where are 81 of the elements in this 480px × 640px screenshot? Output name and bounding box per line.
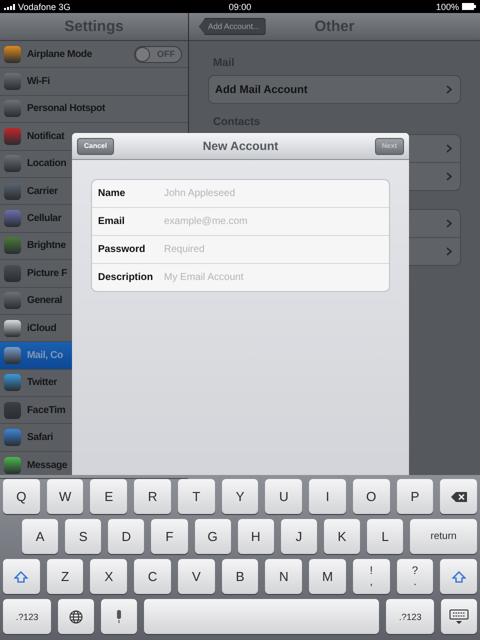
field-label: Password bbox=[98, 244, 146, 255]
key[interactable]: F bbox=[151, 519, 188, 554]
app-icon bbox=[4, 292, 21, 310]
app-icon bbox=[4, 320, 21, 337]
chevron-icon bbox=[446, 144, 452, 153]
key[interactable]: G bbox=[194, 519, 231, 554]
app-icon bbox=[4, 456, 21, 474]
key[interactable]: U bbox=[265, 479, 302, 514]
hide-keyboard-key[interactable] bbox=[441, 599, 477, 634]
numbers-key[interactable]: .?123 bbox=[3, 599, 52, 634]
app-icon bbox=[4, 182, 21, 200]
key[interactable]: D bbox=[108, 519, 144, 554]
key[interactable]: M bbox=[309, 559, 346, 594]
key[interactable]: Q bbox=[3, 479, 40, 514]
backspace-key[interactable] bbox=[440, 479, 478, 514]
key[interactable]: J bbox=[280, 519, 317, 554]
chevron-icon bbox=[446, 219, 452, 228]
return-key[interactable]: return bbox=[410, 519, 477, 554]
field-label: Name bbox=[98, 188, 126, 199]
shift-key[interactable] bbox=[3, 559, 40, 594]
nav-title: Settings bbox=[64, 18, 124, 35]
key[interactable]: O bbox=[352, 479, 390, 514]
input-field[interactable]: John Appleseed bbox=[164, 186, 383, 202]
chevron-icon bbox=[446, 85, 452, 94]
battery-icon bbox=[462, 3, 476, 10]
battery-percent: 100% bbox=[436, 2, 459, 12]
backspace-icon bbox=[450, 492, 467, 502]
app-icon bbox=[4, 402, 21, 419]
field-label: Description bbox=[98, 272, 154, 283]
key[interactable]: Z bbox=[46, 559, 84, 594]
field-label: Email bbox=[98, 216, 126, 227]
key[interactable]: N bbox=[265, 559, 302, 594]
input-field[interactable]: example@me.com bbox=[164, 214, 383, 230]
key[interactable]: Y bbox=[222, 479, 258, 514]
chevron-icon bbox=[446, 247, 452, 256]
back-button[interactable]: Add Account... bbox=[199, 18, 266, 35]
nav-title: Other bbox=[314, 18, 354, 35]
key[interactable]: S bbox=[65, 519, 102, 554]
key[interactable]: L bbox=[367, 519, 404, 554]
key[interactable]: A bbox=[22, 519, 58, 554]
numbers-key[interactable]: .?123 bbox=[386, 599, 434, 634]
key[interactable]: P bbox=[396, 479, 434, 514]
app-icon bbox=[4, 346, 21, 364]
shift-icon bbox=[452, 570, 466, 582]
app-icon bbox=[4, 429, 21, 446]
key[interactable]: I bbox=[309, 479, 346, 514]
key[interactable]: C bbox=[134, 559, 171, 594]
app-icon bbox=[4, 210, 21, 228]
shift-key[interactable] bbox=[440, 559, 478, 594]
clock-time: 09:00 bbox=[228, 2, 252, 12]
microphone-key[interactable] bbox=[100, 599, 137, 634]
chevron-icon bbox=[446, 172, 452, 181]
key[interactable]: T bbox=[178, 479, 215, 514]
keyboard-icon bbox=[449, 608, 470, 624]
shift-icon bbox=[14, 570, 28, 582]
app-icon bbox=[4, 128, 21, 145]
key[interactable]: X bbox=[90, 559, 128, 594]
carrier-name: Vodafone 3G bbox=[18, 2, 71, 12]
input-field[interactable]: My Email Account bbox=[164, 270, 383, 286]
app-icon bbox=[4, 73, 21, 90]
signal-icon bbox=[4, 4, 16, 10]
app-icon bbox=[4, 374, 21, 392]
key[interactable]: V bbox=[178, 559, 215, 594]
app-icon bbox=[4, 264, 21, 282]
key[interactable]: B bbox=[222, 559, 258, 594]
globe-key[interactable] bbox=[58, 599, 94, 634]
key[interactable]: ? . bbox=[396, 559, 434, 594]
key[interactable]: ! , bbox=[352, 559, 390, 594]
key[interactable]: H bbox=[238, 519, 274, 554]
app-icon bbox=[4, 237, 21, 254]
input-field[interactable]: Required bbox=[164, 242, 383, 258]
microphone-icon bbox=[114, 610, 123, 624]
key[interactable]: K bbox=[324, 519, 360, 554]
app-icon bbox=[4, 100, 21, 118]
dialog-title: New Account bbox=[202, 139, 278, 153]
key[interactable]: W bbox=[46, 479, 84, 514]
key[interactable]: E bbox=[90, 479, 128, 514]
key[interactable]: R bbox=[134, 479, 171, 514]
app-icon bbox=[4, 46, 21, 63]
globe-icon bbox=[69, 610, 84, 624]
app-icon bbox=[4, 155, 21, 172]
